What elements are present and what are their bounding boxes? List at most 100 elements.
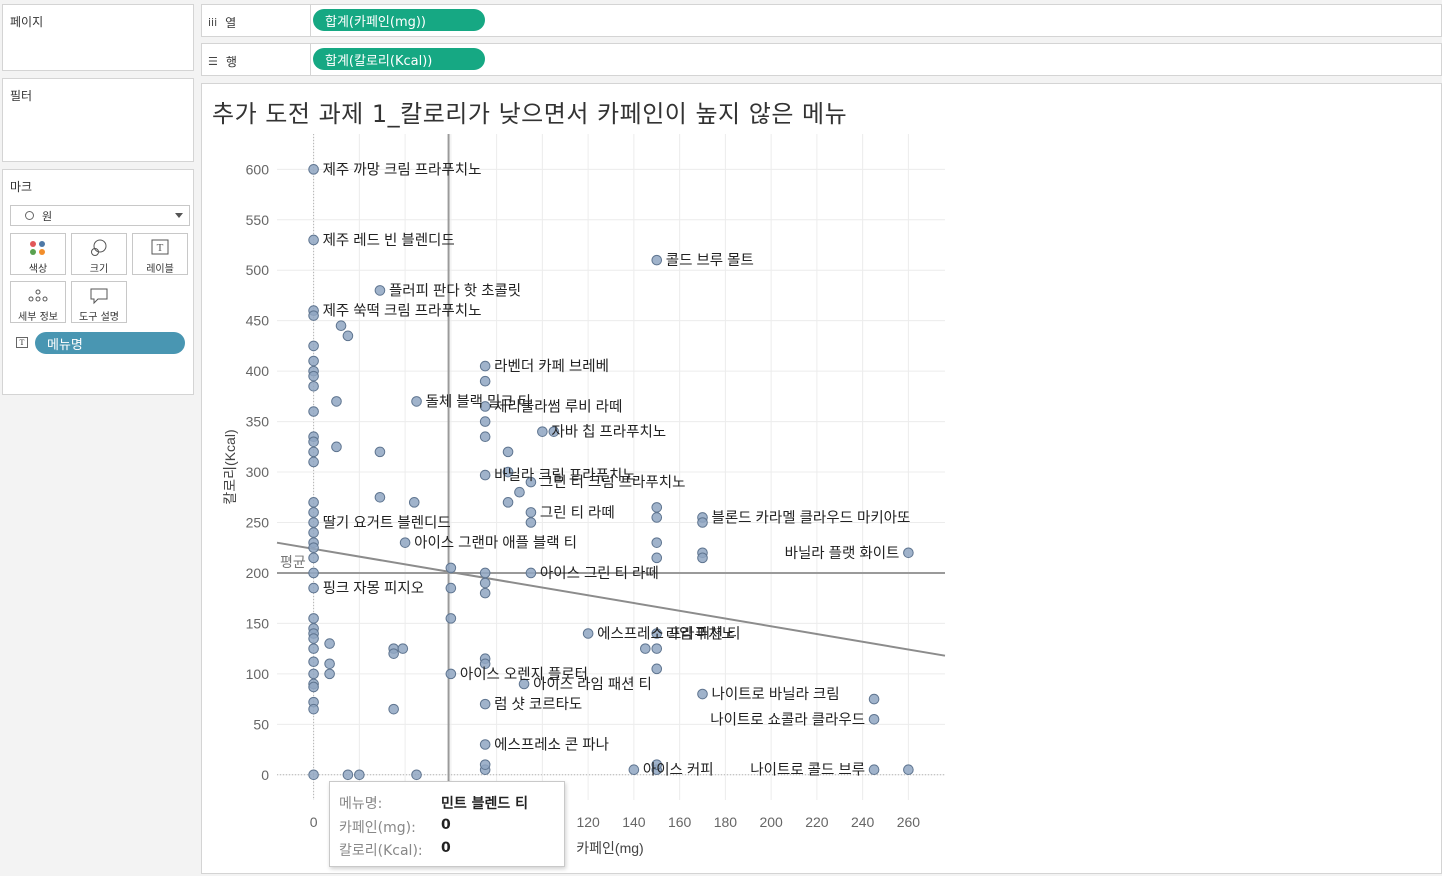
data-point <box>308 681 319 693</box>
data-point <box>308 643 319 654</box>
x-tick-label: 180 <box>714 814 738 830</box>
data-point <box>868 693 880 705</box>
scatter-chart[interactable]: 0204060801001201401601802002202402600501… <box>202 84 1442 875</box>
data-point <box>411 769 422 781</box>
data-point <box>525 567 537 579</box>
point-label: 아이스 오렌지 플로터 <box>460 666 588 683</box>
data-point <box>408 497 420 508</box>
data-point <box>308 310 319 321</box>
detail-button[interactable]: 세부 정보 <box>10 281 66 323</box>
rows-icon: ☰ <box>208 55 218 68</box>
columns-label-text: 열 <box>225 16 237 30</box>
data-point <box>308 552 319 564</box>
point-label: 딸기 요거트 블렌디드 <box>323 515 451 532</box>
filters-panel[interactable]: 필터 <box>2 78 194 162</box>
shelf-divider <box>310 44 311 75</box>
rows-pill-text: 합계(칼로리(Kcal)) <box>325 53 433 69</box>
label-field-pill[interactable]: 메뉴명 <box>35 332 185 354</box>
data-point <box>868 713 880 725</box>
x-tick-label: 240 <box>851 814 875 830</box>
point-label: 나이트로 바닐라 크림 <box>712 686 840 703</box>
data-point <box>308 542 319 554</box>
data-point <box>324 658 335 670</box>
color-button[interactable]: 색상 <box>10 233 66 275</box>
data-point <box>331 396 342 407</box>
chevron-down-icon <box>175 213 183 218</box>
x-tick-label: 200 <box>759 814 783 830</box>
data-point <box>445 582 457 594</box>
data-point <box>479 416 491 427</box>
data-point <box>651 643 663 654</box>
tooltip-value-menu: 민트 블렌드 티 <box>441 796 529 812</box>
data-point <box>324 638 335 649</box>
data-point <box>479 431 491 443</box>
mark-type-value: 원 <box>42 209 53 223</box>
x-axis-title: 카페인(mg) <box>576 840 643 856</box>
data-point <box>388 648 399 659</box>
data-point <box>651 552 663 564</box>
columns-pill[interactable]: 합계(카페인(mg)) <box>313 9 485 31</box>
data-point <box>308 380 319 392</box>
x-tick-label: 140 <box>622 814 646 830</box>
point-label: 라임 패션 티 <box>666 626 741 643</box>
data-point <box>308 164 319 175</box>
data-point <box>342 769 354 781</box>
tooltip-button[interactable]: 도구 설명 <box>71 281 127 323</box>
circle-mark-icon <box>25 211 34 220</box>
point-label: 아이스 커피 <box>643 762 714 779</box>
y-tick-label: 450 <box>246 313 270 329</box>
data-point <box>445 562 457 574</box>
rows-pill[interactable]: 합계(칼로리(Kcal)) <box>313 48 485 70</box>
data-point <box>324 668 335 680</box>
size-icon <box>72 237 126 259</box>
data-point <box>374 446 386 458</box>
point-label: 라벤더 카페 브레베 <box>494 358 609 375</box>
data-point <box>479 587 491 599</box>
data-point <box>335 320 347 332</box>
worksheet-view[interactable]: 추가 도전 과제 1_칼로리가 낮으면서 카페인이 높지 않은 메뉴 02040… <box>201 83 1442 874</box>
point-label: 제주 레드 빈 블렌디드 <box>323 232 455 249</box>
columns-shelf-label: iii 열 <box>208 14 236 31</box>
data-point <box>308 446 319 458</box>
point-label: 바닐라 플랫 화이트 <box>785 545 900 562</box>
point-label: 제주 쑥떡 크림 프라푸치노 <box>323 303 482 320</box>
data-point <box>308 567 319 579</box>
size-button-label: 크기 <box>89 264 109 275</box>
data-point <box>502 497 514 508</box>
columns-shelf[interactable]: iii 열 합계(카페인(mg)) <box>201 4 1442 37</box>
data-point <box>525 507 537 518</box>
text-field-icon: T <box>16 337 28 348</box>
tooltip-key-menu: 메뉴명: <box>339 796 383 812</box>
data-point <box>479 567 491 579</box>
data-point <box>308 527 319 538</box>
point-label: 럼 샷 코르타도 <box>494 696 582 713</box>
label-button[interactable]: T 레이블 <box>132 233 188 275</box>
data-point <box>479 698 491 710</box>
mark-type-dropdown[interactable]: 원 <box>10 205 190 226</box>
label-button-label: 레이블 <box>146 264 174 275</box>
point-label: 핑크 자몽 피지오 <box>323 580 424 597</box>
data-point <box>342 330 354 342</box>
data-point <box>308 582 319 594</box>
average-label: 평균 <box>280 554 306 570</box>
data-point <box>308 370 319 382</box>
color-icon <box>11 237 65 259</box>
y-tick-label: 50 <box>253 716 269 732</box>
marks-title: 마크 <box>10 180 33 194</box>
size-button[interactable]: 크기 <box>71 233 127 275</box>
point-label: 나이트로 콜드 브루 <box>750 762 865 779</box>
data-point <box>308 507 319 518</box>
data-point <box>651 537 663 548</box>
pages-panel[interactable]: 페이지 <box>2 4 194 71</box>
data-point <box>397 643 409 654</box>
point-label: 에스프레소 콘 파나 <box>494 737 609 754</box>
point-label: 아이스 그랜마 애플 블랙 티 <box>414 535 577 552</box>
data-point <box>903 764 914 776</box>
rows-shelf[interactable]: ☰ 행 합계(칼로리(Kcal)) <box>201 43 1442 76</box>
data-point <box>374 285 386 296</box>
data-point <box>651 502 663 513</box>
point-label: 제주 까망 크림 프라푸치노 <box>323 161 482 178</box>
data-point <box>388 703 399 715</box>
tooltip-key-calorie: 칼로리(Kcal): <box>339 843 423 859</box>
y-tick-label: 400 <box>246 363 270 379</box>
